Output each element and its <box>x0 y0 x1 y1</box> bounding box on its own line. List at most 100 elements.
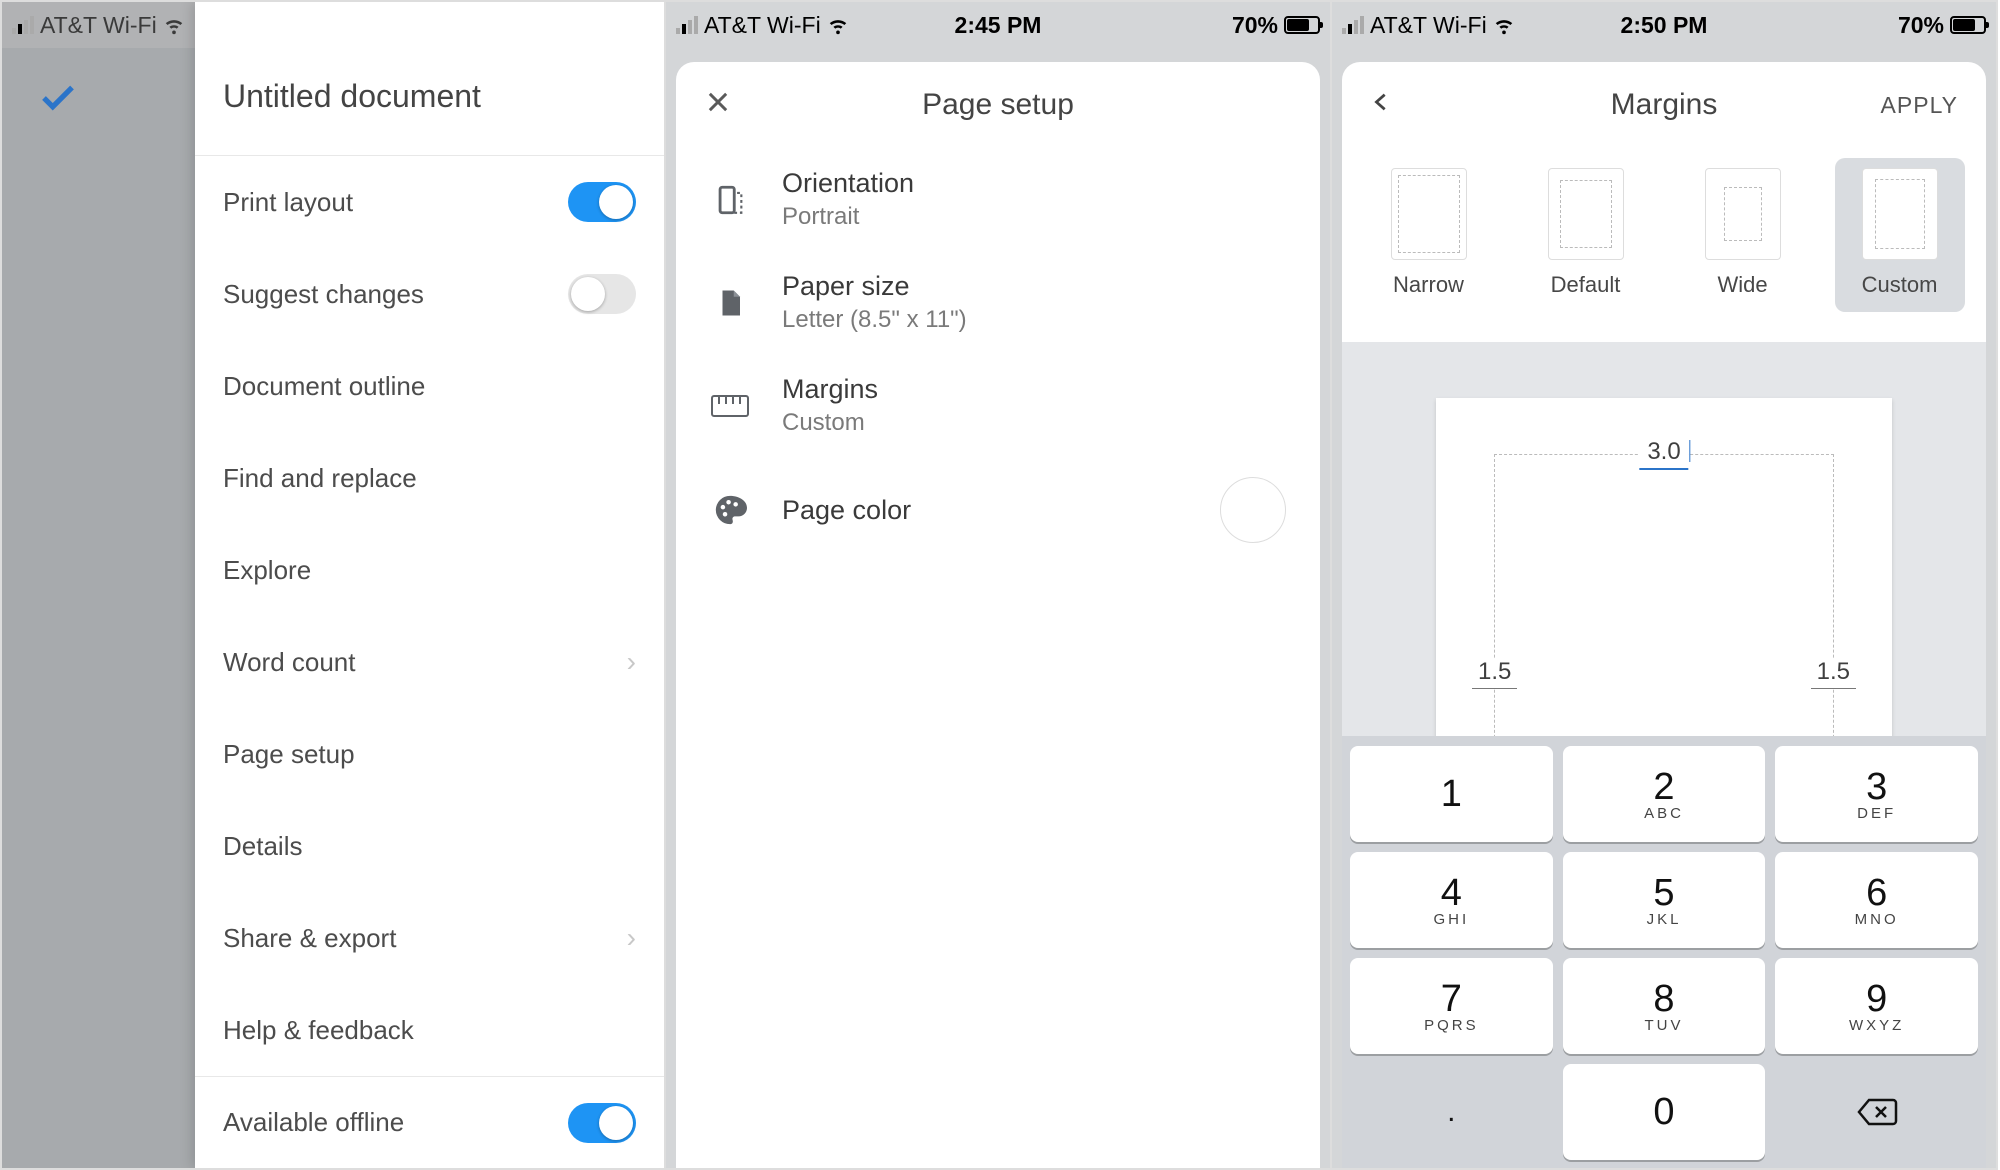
status-bar: AT&T Wi-Fi 2:50 PM 70% <box>1332 2 1996 48</box>
menu-list: Print layout Suggest changes Document ou… <box>195 156 664 1168</box>
orientation-icon <box>710 180 750 220</box>
key-5[interactable]: 5JKL <box>1563 852 1766 948</box>
apply-button[interactable]: APPLY <box>1881 92 1958 119</box>
signal-icon <box>12 16 34 34</box>
key-1[interactable]: 1 <box>1350 746 1553 842</box>
margins-panel: Margins APPLY Narrow Default Wide Custom <box>1342 62 1986 1168</box>
file-icon <box>710 283 750 323</box>
row-orientation[interactable]: Orientation Portrait <box>676 148 1320 251</box>
preset-label: Default <box>1551 272 1621 298</box>
back-icon[interactable] <box>1370 84 1392 126</box>
margins-value: Custom <box>782 409 878 437</box>
screen-page-setup: AT&T Wi-Fi 2:45 PM 70% Page setup Orient… <box>666 0 1332 1170</box>
menu-details[interactable]: Details <box>195 800 664 892</box>
paper-size-label: Paper size <box>782 271 967 302</box>
row-page-color[interactable]: Page color <box>676 457 1320 563</box>
page-color-swatch[interactable] <box>1220 477 1286 543</box>
menu-page-setup[interactable]: Page setup <box>195 708 664 800</box>
page-setup-panel: Page setup Orientation Portrait Paper si… <box>676 62 1320 1168</box>
key-3[interactable]: 3DEF <box>1775 746 1978 842</box>
preset-wide[interactable]: Wide <box>1678 158 1808 312</box>
screen-margins: AT&T Wi-Fi 2:50 PM 70% Margins APPLY Nar… <box>1332 0 1998 1170</box>
key-backspace[interactable] <box>1775 1064 1978 1160</box>
menu-label: Suggest changes <box>223 279 424 310</box>
margin-top-input[interactable]: 3.0 <box>1639 438 1688 470</box>
key-6[interactable]: 6MNO <box>1775 852 1978 948</box>
wifi-icon <box>163 14 185 36</box>
margins-label: Margins <box>782 374 878 405</box>
page-color-label: Page color <box>782 495 911 526</box>
menu-explore[interactable]: Explore <box>195 524 664 616</box>
carrier-label: AT&T Wi-Fi <box>40 12 157 39</box>
margin-presets: Narrow Default Wide Custom <box>1342 148 1986 342</box>
backspace-icon <box>1856 1096 1898 1128</box>
chevron-right-icon: › <box>627 922 636 954</box>
preset-label: Narrow <box>1393 272 1464 298</box>
menu-print-layout[interactable]: Print layout <box>195 156 664 248</box>
signal-icon <box>1342 16 1364 34</box>
status-time: 2:45 PM <box>955 12 1042 39</box>
key-2[interactable]: 2ABC <box>1563 746 1766 842</box>
orientation-label: Orientation <box>782 168 914 199</box>
menu-document-outline[interactable]: Document outline <box>195 340 664 432</box>
row-margins[interactable]: Margins Custom <box>676 354 1320 457</box>
key-4[interactable]: 4GHI <box>1350 852 1553 948</box>
panel-title: Margins <box>1611 88 1718 122</box>
key-0[interactable]: 0 <box>1563 1064 1766 1160</box>
menu-help-feedback[interactable]: Help & feedback <box>195 984 664 1076</box>
overflow-menu-sheet: Untitled document Print layout Suggest c… <box>195 2 664 1168</box>
toggle-available-offline[interactable] <box>568 1103 636 1143</box>
menu-label: Help & feedback <box>223 1015 414 1046</box>
menu-label: Details <box>223 831 302 862</box>
toggle-suggest-changes[interactable] <box>568 274 636 314</box>
close-icon[interactable] <box>704 87 732 124</box>
palette-icon <box>710 490 750 530</box>
toggle-print-layout[interactable] <box>568 182 636 222</box>
ruler-icon <box>710 386 750 426</box>
key-7[interactable]: 7PQRS <box>1350 958 1553 1054</box>
menu-label: Page setup <box>223 739 355 770</box>
preset-label: Custom <box>1862 272 1938 298</box>
screen-document-menu: AT&T Wi-Fi 2:45 PM 70% Untitled document… <box>0 0 666 1170</box>
battery-icon <box>1284 16 1320 34</box>
menu-label: Document outline <box>223 371 425 402</box>
key-9[interactable]: 9WXYZ <box>1775 958 1978 1054</box>
margin-right-input[interactable]: 1.5 <box>1811 658 1856 689</box>
menu-available-offline[interactable]: Available offline <box>195 1076 664 1168</box>
signal-icon <box>676 16 698 34</box>
margin-left-input[interactable]: 1.5 <box>1472 658 1517 689</box>
wifi-icon <box>827 14 849 36</box>
battery-pct: 70% <box>1232 12 1278 39</box>
confirm-check-icon[interactable] <box>37 77 79 129</box>
wifi-icon <box>1493 14 1515 36</box>
preset-default[interactable]: Default <box>1521 158 1651 312</box>
panel-header: Page setup <box>676 62 1320 148</box>
chevron-right-icon: › <box>627 646 636 678</box>
paper-size-value: Letter (8.5" x 11") <box>782 306 967 334</box>
status-bar: AT&T Wi-Fi 2:45 PM 70% <box>666 2 1330 48</box>
row-paper-size[interactable]: Paper size Letter (8.5" x 11") <box>676 251 1320 354</box>
menu-label: Word count <box>223 647 355 678</box>
menu-label: Find and replace <box>223 463 417 494</box>
panel-header: Margins APPLY <box>1342 62 1986 148</box>
preset-custom[interactable]: Custom <box>1835 158 1965 312</box>
key-8[interactable]: 8TUV <box>1563 958 1766 1054</box>
carrier-label: AT&T Wi-Fi <box>704 12 821 39</box>
menu-word-count[interactable]: Word count › <box>195 616 664 708</box>
menu-label: Available offline <box>223 1107 404 1138</box>
menu-suggest-changes[interactable]: Suggest changes <box>195 248 664 340</box>
carrier-label: AT&T Wi-Fi <box>1370 12 1487 39</box>
status-time: 2:50 PM <box>1621 12 1708 39</box>
menu-find-replace[interactable]: Find and replace <box>195 432 664 524</box>
battery-icon <box>1950 16 1986 34</box>
menu-share-export[interactable]: Share & export › <box>195 892 664 984</box>
preset-label: Wide <box>1717 272 1767 298</box>
key-dot[interactable]: . <box>1350 1064 1553 1160</box>
menu-label: Explore <box>223 555 311 586</box>
document-title: Untitled document <box>195 2 664 156</box>
page-preview: 3.0 1.5 1.5 <box>1436 398 1892 788</box>
orientation-value: Portrait <box>782 203 914 231</box>
preset-narrow[interactable]: Narrow <box>1364 158 1494 312</box>
menu-label: Share & export <box>223 923 396 954</box>
panel-title: Page setup <box>922 88 1074 122</box>
